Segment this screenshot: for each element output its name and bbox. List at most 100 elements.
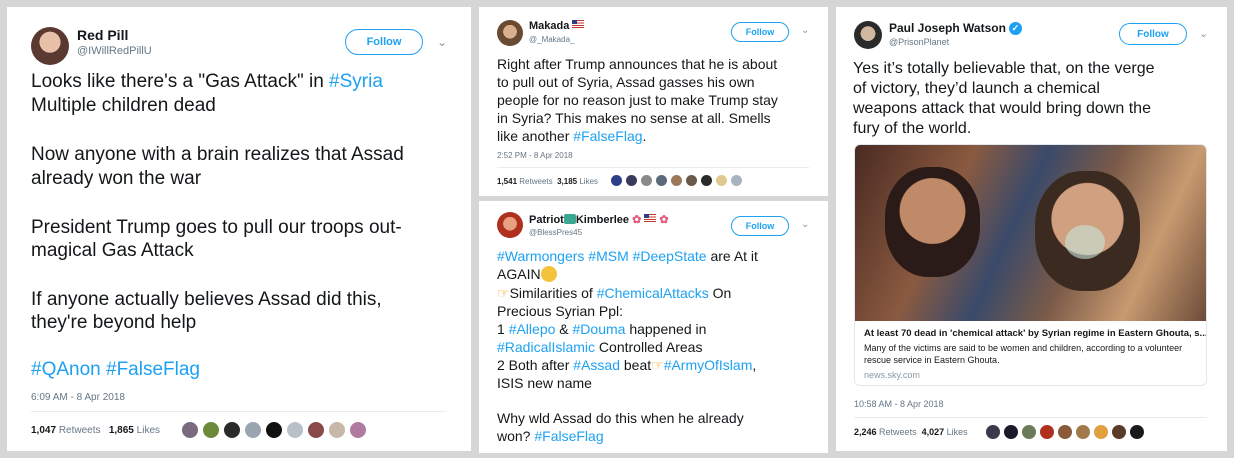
tweet-card-red-pill: Red Pill @IWillRedPillU Follow ⌄ Looks l…	[7, 7, 471, 451]
display-name[interactable]: Red Pill	[77, 27, 128, 43]
follow-button[interactable]: Follow	[345, 29, 423, 55]
hashtag-link[interactable]: #Assad	[573, 357, 620, 373]
follow-button[interactable]: Follow	[731, 216, 789, 236]
retweets-label: Retweets	[519, 177, 553, 186]
tweet-text-line: fury of the world.	[853, 120, 972, 137]
display-name[interactable]: Paul Joseph Watson ✓	[889, 21, 1022, 35]
avatar[interactable]	[497, 212, 523, 238]
tweet-card-paul-joseph-watson: Paul Joseph Watson ✓ @PrisonPlanet Follow…	[836, 7, 1227, 451]
liker-avatar[interactable]	[223, 421, 241, 439]
liker-avatar[interactable]	[1039, 424, 1055, 440]
hashtag-link[interactable]: #FalseFlag	[573, 128, 642, 144]
tweet-text-line: weapons attack that would bring down the	[853, 100, 1151, 117]
tweet-text-line: #Warmongers #MSM #DeepState are At it	[497, 248, 758, 264]
hashtag-link[interactable]: #ChemicalAttacks	[597, 285, 709, 301]
liker-avatar[interactable]	[640, 174, 653, 187]
follow-button[interactable]: Follow	[731, 22, 789, 42]
like-count[interactable]: 4,027	[922, 427, 945, 437]
verified-badge-icon: ✓	[1008, 22, 1022, 35]
hashtag-link[interactable]: #RadicalIslamic	[497, 339, 595, 355]
liker-avatar[interactable]	[730, 174, 743, 187]
like-count[interactable]: 3,185	[557, 177, 577, 186]
likes-label: Likes	[579, 177, 599, 186]
pointing-hand-icon: ☞	[651, 357, 664, 373]
user-handle[interactable]: @_Makada_	[529, 35, 574, 44]
tweet-text-line: Precious Syrian Ppl:	[497, 303, 624, 319]
hashtag-link[interactable]: #ArmyOfIslam	[664, 357, 753, 373]
liker-avatar[interactable]	[670, 174, 683, 187]
engagement-stats: 1,047 Retweets 1,865 Likes	[31, 425, 160, 436]
liker-avatar[interactable]	[610, 174, 623, 187]
liker-avatar[interactable]	[1075, 424, 1091, 440]
tweet-text-line: Looks like there's a "Gas Attack" in #Sy…	[31, 71, 383, 92]
hashtag-line[interactable]: #QAnon #FalseFlag	[31, 359, 200, 381]
liker-avatar[interactable]	[1111, 424, 1127, 440]
retweet-count[interactable]: 2,246	[854, 427, 877, 437]
us-flag-icon	[572, 20, 585, 28]
tweet-text-line: in Syria? This makes no sense at all. Sm…	[497, 110, 771, 126]
liker-avatar[interactable]	[1021, 424, 1037, 440]
timestamp[interactable]: 2:52 PM - 8 Apr 2018	[497, 151, 573, 160]
liker-avatar[interactable]	[685, 174, 698, 187]
liker-avatar[interactable]	[700, 174, 713, 187]
preview-description: rescue service in Eastern Ghouta.	[864, 355, 1000, 365]
chevron-down-icon[interactable]: ⌄	[801, 25, 809, 36]
follow-button[interactable]: Follow	[1119, 23, 1187, 45]
liker-avatar[interactable]	[349, 421, 367, 439]
liker-avatar[interactable]	[265, 421, 283, 439]
tweet-text-line: ☞Similarities of #ChemicalAttacks On	[497, 285, 732, 301]
liker-avatar[interactable]	[655, 174, 668, 187]
avatar[interactable]	[497, 20, 523, 46]
user-handle[interactable]: @IWillRedPillU	[77, 45, 152, 57]
tweet-text-line: to pull out of Syria, Assad gasses his o…	[497, 74, 755, 90]
preview-title: At least 70 dead in 'chemical attack' by…	[864, 328, 1207, 339]
avatar[interactable]	[854, 21, 882, 49]
preview-domain: news.sky.com	[864, 370, 920, 380]
retweet-count[interactable]: 1,541	[497, 177, 517, 186]
chevron-down-icon[interactable]: ⌄	[801, 219, 809, 230]
thinking-face-icon	[540, 266, 557, 282]
liker-avatar[interactable]	[244, 421, 262, 439]
tweet-text-line: Why wld Assad do this when he already	[497, 410, 744, 426]
avatar[interactable]	[31, 27, 69, 65]
timestamp[interactable]: 6:09 AM - 8 Apr 2018	[31, 392, 125, 403]
hashtag-link[interactable]: #Syria	[329, 71, 383, 92]
tweet-text-line: 1 #Allepo & #Douma happened in	[497, 321, 707, 337]
tweet-text-line: #RadicalIslamic Controlled Areas	[497, 339, 703, 355]
tweet-text-line: Now anyone with a brain realizes that As…	[31, 144, 404, 165]
liker-avatar[interactable]	[307, 421, 325, 439]
chevron-down-icon[interactable]: ⌄	[1199, 27, 1208, 40]
tweet-text-line: President Trump goes to pull our troops …	[31, 217, 402, 238]
like-count[interactable]: 1,865	[109, 425, 134, 436]
display-name[interactable]: Patriot Kimberlee ✿ ✿	[529, 213, 669, 226]
liker-avatar[interactable]	[1129, 424, 1145, 440]
liker-avatar[interactable]	[286, 421, 304, 439]
preview-description: Many of the victims are said to be women…	[864, 343, 1183, 353]
liker-avatar[interactable]	[202, 421, 220, 439]
display-name[interactable]: Makada	[529, 20, 585, 32]
timestamp[interactable]: 10:58 AM - 8 Apr 2018	[854, 399, 944, 409]
liker-avatar[interactable]	[1093, 424, 1109, 440]
liker-avatar[interactable]	[625, 174, 638, 187]
chevron-down-icon[interactable]: ⌄	[437, 35, 447, 49]
retweet-count[interactable]: 1,047	[31, 425, 56, 436]
liker-avatar[interactable]	[985, 424, 1001, 440]
liker-avatar[interactable]	[1057, 424, 1073, 440]
link-preview-card[interactable]: At least 70 dead in 'chemical attack' by…	[854, 144, 1207, 386]
tweet-text-line: AGAIN	[497, 266, 557, 282]
preview-image	[855, 145, 1206, 321]
liker-avatar[interactable]	[715, 174, 728, 187]
tweet-text-line: Multiple children dead	[31, 95, 216, 116]
hashtag-link[interactable]: #Douma	[573, 321, 626, 337]
liker-avatars	[985, 424, 1145, 440]
hashtag-link[interactable]: #Allepo	[509, 321, 556, 337]
divider	[31, 411, 447, 412]
hashtag-link[interactable]: #FalseFlag	[534, 428, 603, 444]
liker-avatar[interactable]	[181, 421, 199, 439]
user-handle[interactable]: @BlessPres45	[529, 228, 582, 237]
liker-avatar[interactable]	[1003, 424, 1019, 440]
hashtag-link[interactable]: #Warmongers #MSM #DeepState	[497, 248, 707, 264]
user-handle[interactable]: @PrisonPlanet	[889, 37, 949, 47]
liker-avatar[interactable]	[328, 421, 346, 439]
tweet-text-line: like another #FalseFlag.	[497, 128, 647, 144]
